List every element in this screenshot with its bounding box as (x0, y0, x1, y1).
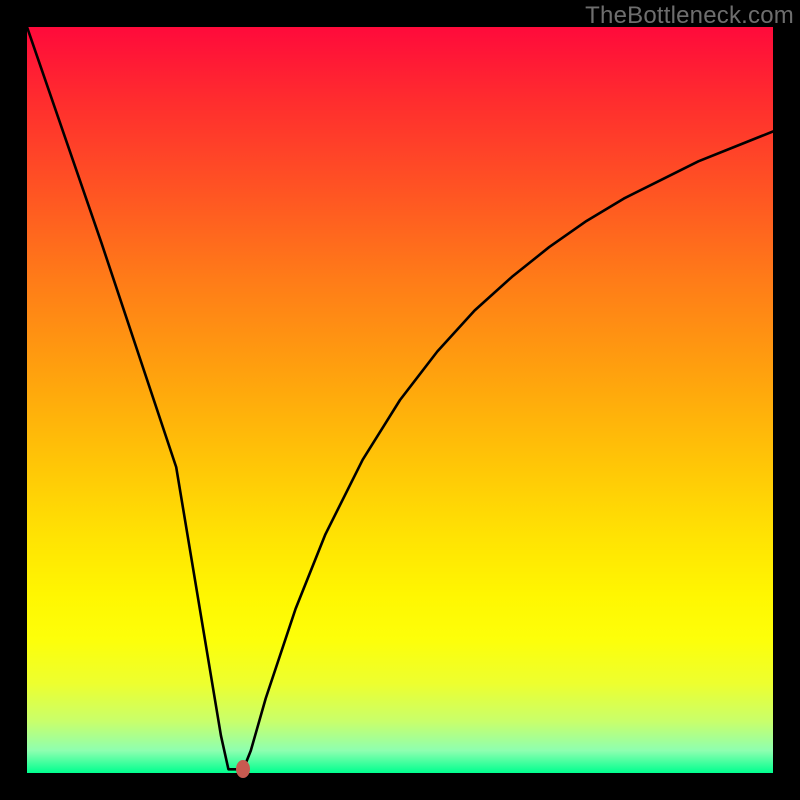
watermark-text: TheBottleneck.com (585, 2, 794, 30)
minimum-marker (236, 760, 250, 778)
plot-area (27, 27, 773, 773)
chart-frame: TheBottleneck.com (0, 0, 800, 800)
bottleneck-curve (27, 27, 773, 773)
